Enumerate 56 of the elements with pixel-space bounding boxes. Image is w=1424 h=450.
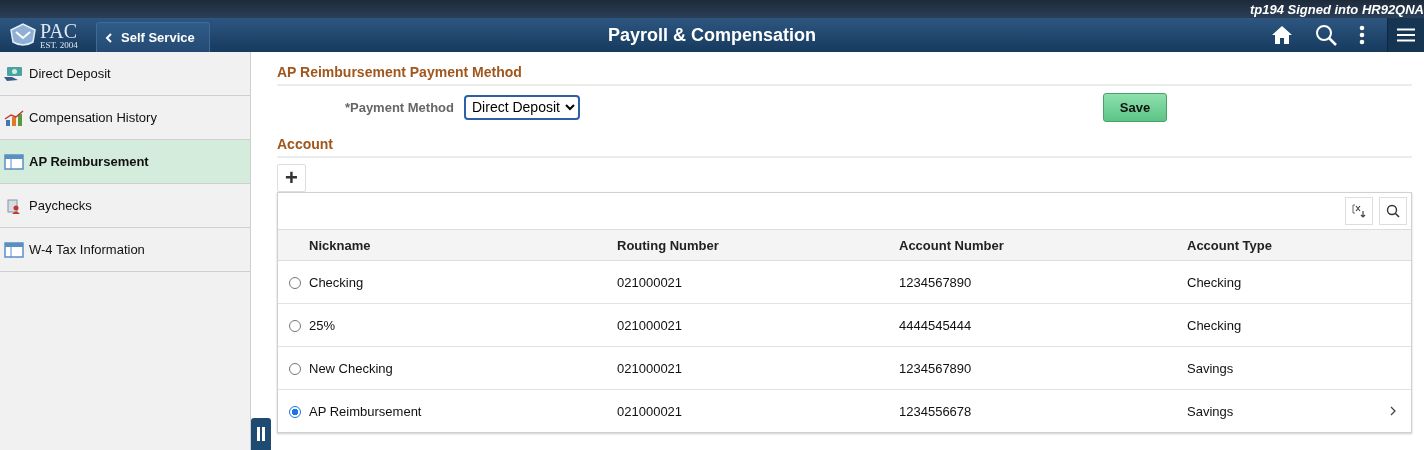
section-heading: AP Reimbursement Payment Method [277, 64, 1412, 86]
payment-method-dropdown[interactable]: Direct Deposit [464, 94, 580, 120]
window-icon [4, 153, 24, 170]
row-radio[interactable] [288, 406, 301, 419]
search-icon [1386, 204, 1400, 218]
sidebar-item[interactable]: Paychecks [0, 184, 250, 228]
row-radio[interactable] [288, 320, 301, 333]
table-cell: 25% [309, 317, 336, 333]
table-cell: 021000021 [617, 317, 683, 333]
table-cell: Checking [1187, 317, 1242, 333]
add-row-button[interactable]: + [277, 164, 306, 192]
table-cell: 4444545444 [899, 317, 972, 333]
column-header: Account Number [899, 237, 1004, 253]
signed-in-label: tp194 Signed into HR92QNA [1249, 1, 1424, 17]
home-icon[interactable] [1271, 25, 1293, 45]
sidebar-item[interactable]: Direct Deposit [0, 52, 250, 96]
table-cell: 1234567890 [899, 274, 972, 290]
table-cell: 021000021 [617, 403, 683, 419]
collapse-handle[interactable] [251, 418, 271, 450]
row-radio[interactable] [288, 363, 301, 376]
save-button[interactable]: Save [1103, 92, 1167, 122]
more-options-icon[interactable] [1359, 25, 1365, 45]
export-button[interactable] [1345, 197, 1373, 225]
table-cell: 1234556678 [899, 403, 972, 419]
window-icon [4, 241, 24, 258]
menu-icon[interactable] [1397, 28, 1415, 42]
logo-established: EST. 2004 [40, 40, 78, 50]
table-cell: New Checking [309, 360, 393, 376]
sidebar-item[interactable]: W-4 Tax Information [0, 228, 250, 272]
export-excel-icon [1352, 204, 1366, 218]
table-cell: 021000021 [617, 360, 683, 376]
pause-icon [257, 427, 265, 441]
search-button[interactable] [1379, 197, 1407, 225]
back-button[interactable]: Self Service [96, 22, 210, 52]
logo-name: PAC [40, 20, 78, 41]
crest-icon [8, 22, 38, 48]
section-heading: Account [277, 136, 1412, 158]
field-label: *Payment Method [343, 99, 454, 115]
table-cell: Checking [1187, 274, 1242, 290]
bar-chart-icon [4, 109, 24, 126]
page-title: Payroll & Compensation [607, 24, 816, 46]
table-cell: AP Reimbursement [309, 403, 422, 419]
column-header: Routing Number [617, 237, 719, 253]
table-cell: Savings [1187, 360, 1234, 376]
table-cell: 1234567890 [899, 360, 972, 376]
money-hand-icon [4, 65, 24, 82]
table-cell: 021000021 [617, 274, 683, 290]
column-header: Nickname [309, 237, 371, 253]
table-cell: Savings [1187, 403, 1234, 419]
row-radio[interactable] [288, 277, 301, 290]
chevron-left-icon [105, 32, 113, 43]
table-cell: Checking [309, 274, 364, 290]
column-header: Account Type [1187, 237, 1272, 253]
sidebar-item[interactable]: AP Reimbursement [0, 140, 250, 184]
search-icon[interactable] [1315, 24, 1337, 46]
chevron-right-icon[interactable] [1390, 405, 1396, 416]
